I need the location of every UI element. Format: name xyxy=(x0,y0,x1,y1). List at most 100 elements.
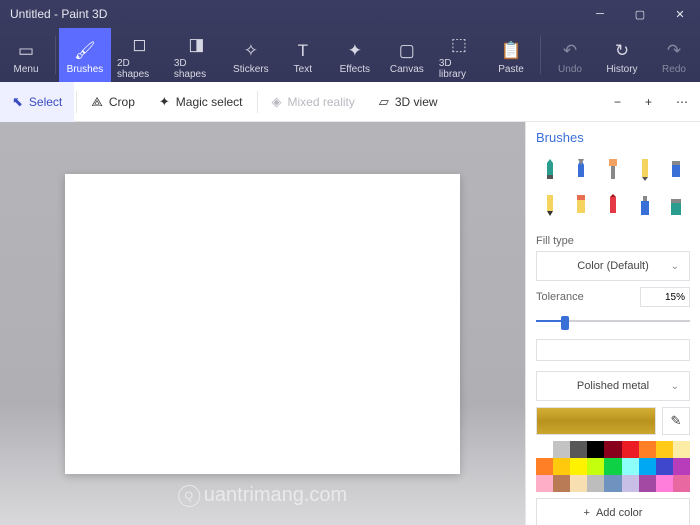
tab-effects[interactable]: ✦ Effects xyxy=(329,28,381,82)
eyedropper-icon: ✎ xyxy=(671,413,682,429)
palette-color[interactable] xyxy=(536,441,553,458)
select-tool[interactable]: ⬉ Select xyxy=(0,82,74,122)
mixed-reality-tool: ◈ Mixed reality xyxy=(260,82,367,122)
eyedropper-button[interactable]: ✎ xyxy=(662,407,690,435)
stickers-icon: ✧ xyxy=(244,40,258,62)
palette-color[interactable] xyxy=(639,458,656,475)
palette-color[interactable] xyxy=(656,441,673,458)
palette-color[interactable] xyxy=(587,441,604,458)
redo-icon: ↷ xyxy=(667,40,681,62)
brush-eraser[interactable] xyxy=(568,191,596,221)
window-title: Untitled - Paint 3D xyxy=(10,7,107,21)
effects-icon: ✦ xyxy=(348,40,362,62)
palette-color[interactable] xyxy=(673,458,690,475)
ribbon: ▭ Menu 🖌 Brushes ◻ 2D shapes ◨ 3D shapes… xyxy=(0,28,700,82)
redo-button[interactable]: ↷ Redo xyxy=(648,28,700,82)
toolbar: ⬉ Select ⟁ Crop ✦ Magic select ◈ Mixed r… xyxy=(0,82,700,122)
shapes-2d-icon: ◻ xyxy=(132,34,146,56)
watermark: Q uantrimang.com xyxy=(178,484,347,507)
palette-color[interactable] xyxy=(570,441,587,458)
tolerance-label: Tolerance xyxy=(536,291,584,303)
close-button[interactable]: ✕ xyxy=(660,0,700,28)
tab-brushes[interactable]: 🖌 Brushes xyxy=(59,28,111,82)
palette-color[interactable] xyxy=(622,475,639,492)
palette-color[interactable] xyxy=(570,475,587,492)
mixed-reality-icon: ◈ xyxy=(272,94,282,110)
brush-grid xyxy=(536,155,690,221)
canvas-icon: ▢ xyxy=(399,40,415,62)
canvas[interactable] xyxy=(65,174,460,474)
add-color-button[interactable]: + Add color xyxy=(536,498,690,525)
palette-color[interactable] xyxy=(536,458,553,475)
tab-text[interactable]: T Text xyxy=(277,28,329,82)
material-dropdown[interactable]: Polished metal ⌄ xyxy=(536,371,690,401)
tolerance-input[interactable] xyxy=(640,287,690,307)
palette-color[interactable] xyxy=(587,475,604,492)
minimize-button[interactable]: ─ xyxy=(580,0,620,28)
brush-spray[interactable] xyxy=(631,191,659,221)
zoom-out-button[interactable]: − xyxy=(602,82,633,122)
brush-oil[interactable] xyxy=(599,155,627,185)
plus-icon: + xyxy=(584,507,590,519)
tab-canvas[interactable]: ▢ Canvas xyxy=(381,28,433,82)
palette-color[interactable] xyxy=(622,441,639,458)
menu-icon: ▭ xyxy=(18,40,34,62)
palette-color[interactable] xyxy=(673,475,690,492)
magic-icon: ✦ xyxy=(159,94,170,110)
text-icon: T xyxy=(298,40,308,62)
library-icon: ⬚ xyxy=(451,34,467,56)
palette-color[interactable] xyxy=(673,441,690,458)
brush-marker[interactable] xyxy=(536,155,564,185)
tab-stickers[interactable]: ✧ Stickers xyxy=(225,28,277,82)
palette-color[interactable] xyxy=(553,458,570,475)
current-color-swatch[interactable] xyxy=(536,407,656,435)
3d-view-tool[interactable]: ▱ 3D view xyxy=(367,82,450,122)
brush-icon: 🖌 xyxy=(74,40,96,62)
tab-3d-shapes[interactable]: ◨ 3D shapes xyxy=(168,28,225,82)
history-button[interactable]: ↻ History xyxy=(596,28,648,82)
chevron-down-icon: ⌄ xyxy=(671,381,679,392)
undo-button[interactable]: ↶ Undo xyxy=(544,28,596,82)
palette-color[interactable] xyxy=(622,458,639,475)
fill-type-label: Fill type xyxy=(536,235,690,247)
canvas-area[interactable]: Q uantrimang.com xyxy=(0,122,525,525)
tolerance-slider[interactable] xyxy=(536,313,690,329)
color-palette xyxy=(536,441,690,492)
palette-color[interactable] xyxy=(656,458,673,475)
palette-color[interactable] xyxy=(656,475,673,492)
undo-icon: ↶ xyxy=(563,40,577,62)
palette-color[interactable] xyxy=(604,475,621,492)
brush-fill[interactable] xyxy=(662,191,690,221)
cursor-icon: ⬉ xyxy=(12,94,23,110)
zoom-in-button[interactable]: + xyxy=(633,82,664,122)
brush-pixel[interactable] xyxy=(662,155,690,185)
palette-color[interactable] xyxy=(553,441,570,458)
tab-3d-library[interactable]: ⬚ 3D library xyxy=(433,28,485,82)
palette-color[interactable] xyxy=(604,458,621,475)
crop-tool[interactable]: ⟁ Crop xyxy=(79,82,147,122)
chevron-down-icon: ⌄ xyxy=(671,261,679,272)
opacity-box[interactable] xyxy=(536,339,690,361)
palette-color[interactable] xyxy=(587,458,604,475)
panel-title: Brushes xyxy=(536,130,690,145)
fill-type-dropdown[interactable]: Color (Default) ⌄ xyxy=(536,251,690,281)
history-icon: ↻ xyxy=(615,40,629,62)
more-button[interactable]: ⋯ xyxy=(664,82,700,122)
crop-icon: ⟁ xyxy=(91,94,103,110)
paste-button[interactable]: 📋 Paste xyxy=(485,28,537,82)
palette-color[interactable] xyxy=(604,441,621,458)
palette-color[interactable] xyxy=(570,458,587,475)
brush-watercolor[interactable] xyxy=(631,155,659,185)
brush-pencil[interactable] xyxy=(536,191,564,221)
palette-color[interactable] xyxy=(639,475,656,492)
paste-icon: 📋 xyxy=(500,40,521,62)
palette-color[interactable] xyxy=(536,475,553,492)
palette-color[interactable] xyxy=(639,441,656,458)
tab-2d-shapes[interactable]: ◻ 2D shapes xyxy=(111,28,168,82)
brush-calligraphy[interactable] xyxy=(568,155,596,185)
menu-button[interactable]: ▭ Menu xyxy=(0,28,52,82)
palette-color[interactable] xyxy=(553,475,570,492)
magic-select-tool[interactable]: ✦ Magic select xyxy=(147,82,255,122)
maximize-button[interactable]: ▢ xyxy=(620,0,660,28)
brush-crayon[interactable] xyxy=(599,191,627,221)
